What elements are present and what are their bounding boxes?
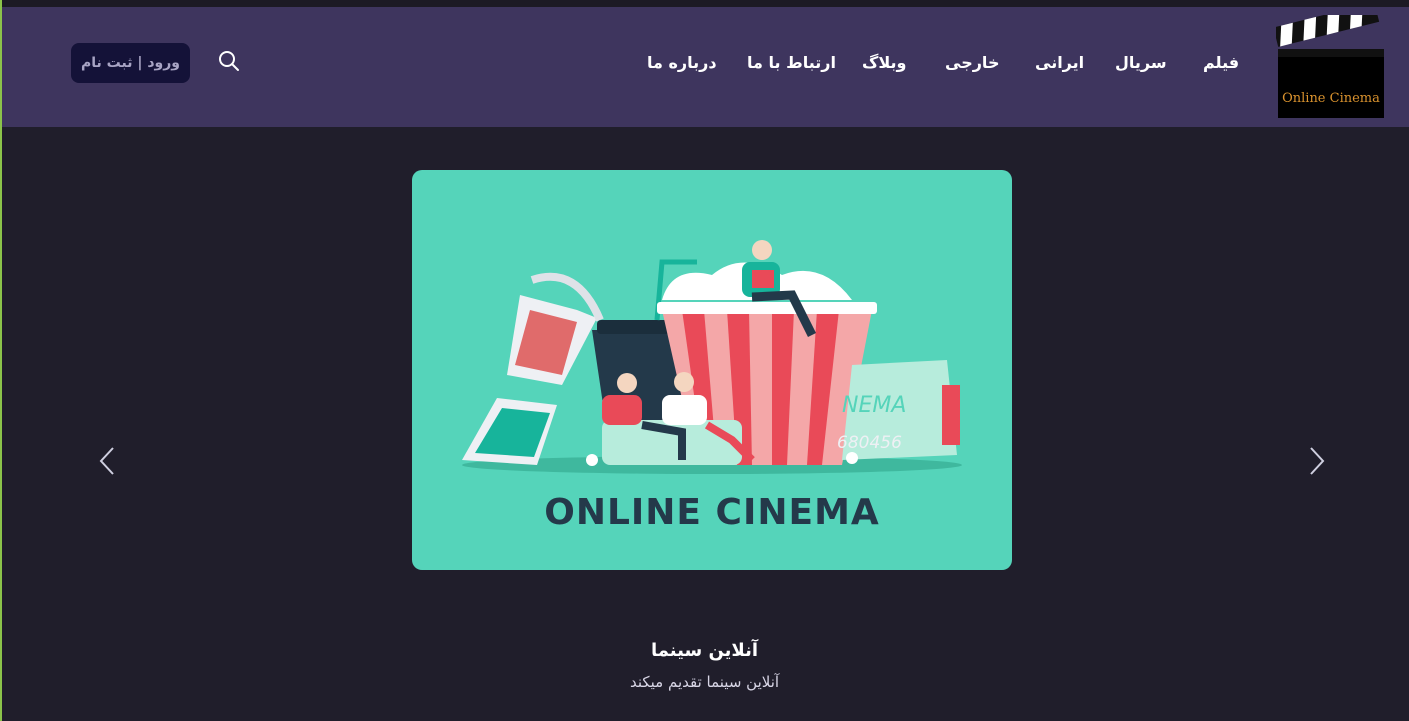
site-header: Online Cinema فیلم سریال ایرانی خارجی وب…	[2, 2, 1409, 127]
logo-text: Online Cinema	[1282, 91, 1380, 106]
slider-next-button[interactable]	[1304, 445, 1328, 477]
nav-item-about[interactable]: درباره ما	[647, 53, 717, 72]
ticket-illustration: NEMA 680456	[837, 360, 960, 460]
banner-slide[interactable]: NEMA 680456 ONLINE CINEMA	[412, 170, 1012, 570]
nav-item-film[interactable]: فیلم	[1203, 53, 1239, 72]
search-button[interactable]	[217, 49, 241, 73]
search-icon	[219, 51, 239, 71]
banner-title: ONLINE CINEMA	[544, 492, 880, 533]
chevron-right-icon	[1310, 447, 1325, 475]
nav-item-foreign[interactable]: خارجی	[945, 53, 999, 72]
site-logo[interactable]: Online Cinema	[1273, 2, 1386, 120]
3d-glasses-illustration	[462, 272, 604, 465]
top-strip	[0, 0, 1409, 7]
login-register-button[interactable]: ورود | ثبت نام	[71, 43, 190, 83]
ticket-text: NEMA	[842, 393, 906, 418]
slide-caption-title: آنلاین سینما	[650, 640, 759, 661]
nav-item-series[interactable]: سریال	[1115, 53, 1167, 72]
nav-item-blog[interactable]: وبلاگ	[862, 53, 906, 72]
slider-prev-button[interactable]	[96, 445, 120, 477]
ticket-number: 680456	[837, 433, 902, 453]
clapperboard-icon: Online Cinema	[1273, 2, 1384, 118]
nav-item-contact[interactable]: ارتباط با ما	[747, 53, 836, 72]
slide-caption-subtitle: آنلاین سینما تقدیم میکند	[629, 673, 780, 691]
chevron-left-icon	[99, 447, 114, 475]
nav-item-iranian[interactable]: ایرانی	[1035, 53, 1084, 72]
